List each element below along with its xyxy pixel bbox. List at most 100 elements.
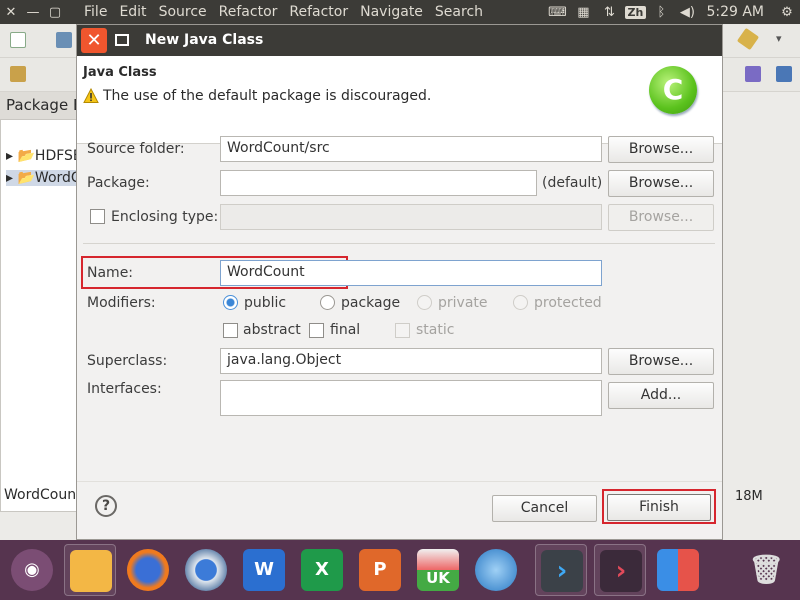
source-folder-input[interactable]: WordCount/src — [220, 136, 602, 162]
interfaces-list[interactable] — [220, 380, 602, 416]
class-name-input[interactable]: WordCount — [220, 260, 602, 286]
source-folder-browse-button[interactable]: Browse... — [608, 136, 714, 163]
dialog-titlebar: ✕ New Java Class — [77, 25, 722, 56]
firefox-icon — [127, 549, 169, 591]
interfaces-label: Interfaces: — [87, 381, 162, 397]
dock-chromium[interactable] — [180, 544, 232, 596]
dock-remote[interactable] — [470, 544, 522, 596]
enclosing-type-checkbox[interactable] — [90, 209, 105, 224]
footer-divider — [77, 481, 722, 482]
calendar-icon[interactable]: ▦ — [570, 5, 596, 20]
dock-ubuntu[interactable]: ◉ — [6, 544, 58, 596]
close-window-icon[interactable]: ✕ — [0, 5, 22, 20]
help-icon[interactable]: ? — [95, 495, 117, 517]
dock-files[interactable] — [64, 544, 116, 596]
private-radio-label: private — [438, 295, 488, 311]
heap-status: 18M — [735, 489, 763, 504]
wizard-header: Java Class The use of the default packag… — [77, 56, 722, 144]
package-radio-label: package — [341, 295, 401, 311]
package-input[interactable] — [220, 170, 537, 196]
status-bar-text: WordCount — [4, 487, 82, 503]
superclass-browse-button[interactable]: Browse... — [608, 348, 714, 375]
menu-refactor[interactable]: Refactor — [219, 4, 278, 20]
dock-store[interactable]: UK — [412, 544, 464, 596]
final-checkbox[interactable] — [309, 323, 324, 338]
word-icon: W — [243, 549, 285, 591]
dock-word[interactable]: W — [238, 544, 290, 596]
pin-icon[interactable] — [736, 27, 760, 51]
menu-source[interactable]: Source — [159, 4, 207, 20]
dock-terminal[interactable]: › — [594, 544, 646, 596]
perspective-icon[interactable] — [745, 66, 761, 82]
launcher-dock: ◉ W X P UK › › 🗑 — [0, 540, 800, 600]
menu-edit[interactable]: Edit — [119, 4, 146, 20]
menu-refactor-2[interactable]: Refactor — [289, 4, 348, 20]
package-browse-button[interactable]: Browse... — [608, 170, 714, 197]
top-menu-bar: ✕ — ▢ File Edit Source Refactor Refactor… — [0, 0, 800, 24]
divider — [83, 243, 715, 244]
minimize-window-icon[interactable]: — — [22, 5, 44, 20]
ubuntu-logo-icon: ◉ — [11, 549, 53, 591]
browser-icon — [185, 549, 227, 591]
dock-powerpoint[interactable]: P — [354, 544, 406, 596]
java-class-logo-icon: C — [649, 66, 697, 114]
package-radio[interactable] — [320, 295, 335, 310]
system-tray: ⌨ ▦ ⇅ Zh ᛒ ◀) 5:29 AM ⚙ — [544, 0, 800, 24]
clock[interactable]: 5:29 AM — [706, 4, 764, 20]
volume-icon[interactable]: ◀) — [674, 5, 700, 20]
wizard-page-title: Java Class — [83, 65, 157, 80]
static-checkbox — [395, 323, 410, 338]
bluetooth-icon[interactable]: ᛒ — [648, 5, 674, 20]
dock-workspace[interactable] — [652, 544, 704, 596]
dock-excel[interactable]: X — [296, 544, 348, 596]
public-radio[interactable] — [223, 295, 238, 310]
network-icon[interactable]: ⇅ — [596, 5, 622, 20]
package-default-hint: (default) — [542, 175, 603, 191]
dock-trash[interactable]: 🗑 — [740, 544, 792, 596]
save-icon[interactable] — [56, 32, 72, 48]
run-icon[interactable] — [10, 66, 26, 82]
settings-gear-icon[interactable]: ⚙ — [774, 5, 800, 20]
dialog-title: New Java Class — [145, 32, 264, 48]
package-explorer-tab[interactable]: Package Explorer — [0, 92, 78, 120]
warning-icon — [83, 88, 99, 103]
dock-firefox[interactable] — [122, 544, 174, 596]
new-java-class-dialog: ✕ New Java Class Java Class The use of t… — [76, 24, 723, 540]
right-view-strip — [724, 92, 800, 512]
maximize-icon[interactable] — [115, 34, 129, 46]
protected-radio-label: protected — [534, 295, 602, 311]
superclass-input[interactable]: java.lang.Object — [220, 348, 602, 374]
enclosing-type-label: Enclosing type: — [111, 209, 219, 225]
finish-button[interactable]: Finish — [607, 494, 711, 521]
terminal-icon: › — [600, 550, 642, 592]
menu-search[interactable]: Search — [435, 4, 483, 20]
menu-navigate[interactable]: Navigate — [360, 4, 423, 20]
close-icon[interactable]: ✕ — [81, 28, 107, 53]
new-icon[interactable] — [10, 32, 26, 48]
cancel-button[interactable]: Cancel — [492, 495, 597, 522]
abstract-label: abstract — [243, 322, 301, 338]
remote-desktop-icon — [475, 549, 517, 591]
java-perspective-icon[interactable] — [776, 66, 792, 82]
public-radio-label: public — [244, 295, 287, 311]
menu-file[interactable]: File — [84, 4, 107, 20]
wizard-message: The use of the default package is discou… — [83, 88, 431, 104]
trash-icon: 🗑 — [748, 553, 784, 586]
wizard-message-text: The use of the default package is discou… — [103, 88, 432, 104]
chevron-right-icon: › — [541, 550, 583, 592]
dock-vscode[interactable]: › — [535, 544, 587, 596]
package-explorer-title: Package Explorer — [6, 96, 78, 114]
add-interface-button[interactable]: Add... — [608, 382, 714, 409]
workspace-switcher-icon — [657, 549, 699, 591]
private-radio — [417, 295, 432, 310]
final-label: final — [330, 322, 361, 338]
abstract-checkbox[interactable] — [223, 323, 238, 338]
name-label: Name: — [87, 265, 134, 281]
keyboard-icon[interactable]: ⌨ — [544, 5, 570, 20]
chevron-down-icon[interactable]: ▾ — [776, 32, 792, 48]
enclosing-type-input — [220, 204, 602, 230]
input-method-indicator[interactable]: Zh — [624, 5, 647, 19]
excel-icon: X — [301, 549, 343, 591]
app-menu: File Edit Source Refactor Refactor Navig… — [78, 4, 489, 20]
maximize-window-icon[interactable]: ▢ — [44, 5, 66, 20]
